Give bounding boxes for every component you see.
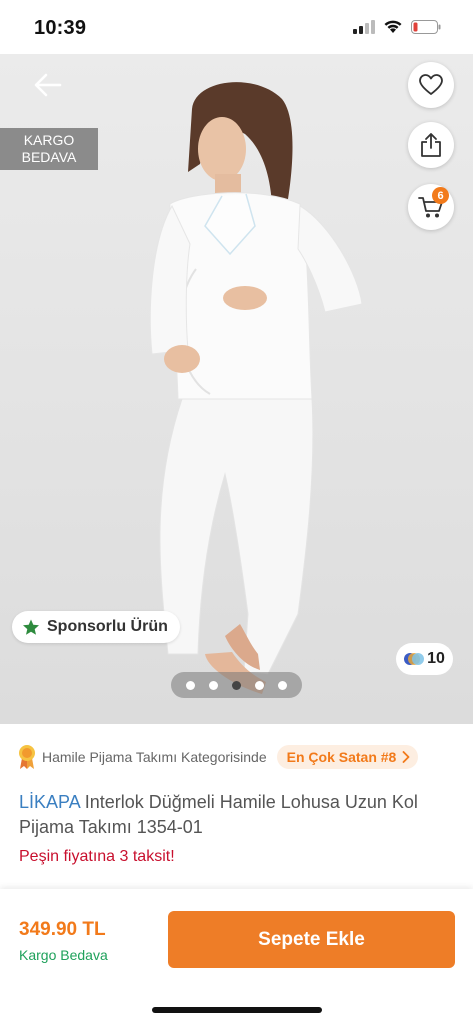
category-ranking-row: Hamile Pijama Takımı Kategorisinde En Ço…	[18, 744, 458, 770]
price: 349.90 TL	[19, 919, 106, 940]
status-icons	[353, 19, 441, 34]
wifi-icon	[384, 20, 402, 33]
gallery-icon	[404, 653, 425, 665]
cart-count-badge: 6	[432, 187, 449, 204]
favorite-button[interactable]	[408, 62, 454, 108]
add-to-cart-button[interactable]: Sepete Ekle	[168, 911, 455, 968]
free-shipping-line-1: KARGO	[23, 132, 75, 148]
carousel-dot[interactable]	[278, 680, 287, 690]
carousel-dot[interactable]	[209, 680, 218, 690]
bottom-purchase-bar: 349.90 TL Kargo Bedava Sepete Ekle	[0, 889, 473, 1024]
signal-icon	[353, 19, 375, 34]
share-icon	[421, 133, 441, 157]
sponsored-label: Sponsorlu Ürün	[47, 618, 168, 635]
brand-link[interactable]: LİKAPA	[19, 792, 80, 812]
carousel-pagination[interactable]	[171, 672, 302, 698]
product-image-carousel[interactable]: KARGO BEDAVA 6 Sponsorlu Ürün 10	[0, 54, 473, 724]
carousel-dot[interactable]	[255, 680, 264, 690]
back-arrow-icon[interactable]	[30, 70, 66, 100]
image-count-label: 10	[427, 650, 445, 667]
heart-icon	[419, 74, 443, 95]
home-indicator[interactable]	[152, 1007, 322, 1013]
status-time: 10:39	[34, 17, 87, 39]
image-count-badge[interactable]: 10	[396, 643, 453, 675]
medal-icon	[19, 745, 35, 769]
category-text: Hamile Pijama Takımı Kategorisinde	[42, 749, 267, 765]
free-shipping-badge: KARGO BEDAVA	[0, 128, 98, 170]
product-title: LİKAPA Interlok Düğmeli Hamile Lohusa Uz…	[19, 790, 449, 840]
sponsored-badge: Sponsorlu Ürün	[12, 611, 180, 643]
carousel-dot[interactable]	[232, 680, 241, 690]
carousel-dot[interactable]	[186, 680, 195, 690]
price-free-shipping: Kargo Bedava	[19, 947, 108, 963]
status-bar: 10:39	[0, 0, 473, 54]
free-shipping-line-2: BEDAVA	[21, 149, 77, 165]
best-seller-badge[interactable]: En Çok Satan #8	[276, 745, 419, 769]
share-button[interactable]	[408, 122, 454, 168]
star-icon	[23, 619, 39, 635]
battery-icon	[411, 19, 441, 34]
installment-text: Peşin fiyatına 3 taksit!	[19, 848, 175, 865]
chevron-right-icon	[402, 751, 410, 763]
best-seller-label: En Çok Satan #8	[286, 749, 397, 765]
